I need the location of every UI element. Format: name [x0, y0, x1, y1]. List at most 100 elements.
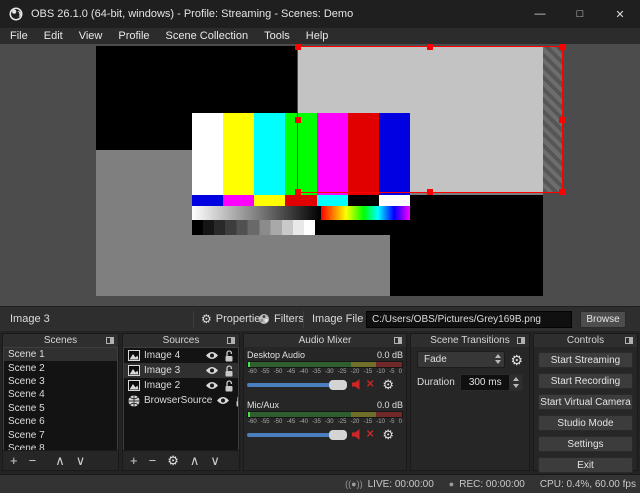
menu-tools[interactable]: Tools: [256, 28, 298, 44]
volume-slider-handle[interactable]: [329, 379, 347, 390]
source-toolbar: Image 3 ⚙ Properties Filters Image File …: [0, 306, 640, 331]
close-button[interactable]: ✕: [600, 0, 640, 28]
resize-handle-bottomright[interactable]: [559, 189, 565, 195]
image-file-path-input[interactable]: [366, 311, 572, 328]
testpattern-row2: [192, 195, 410, 206]
scene-list-item[interactable]: Scene 8: [4, 442, 117, 450]
menu-file[interactable]: File: [2, 28, 36, 44]
source-list-item[interactable]: Image 3: [124, 363, 238, 378]
resize-handle-topleft[interactable]: [295, 44, 301, 50]
volume-slider-handle[interactable]: [329, 429, 347, 440]
volume-slider[interactable]: [247, 429, 347, 440]
audio-mixer-panel-header[interactable]: Audio Mixer: [244, 334, 406, 347]
remove-source-button[interactable]: −: [149, 454, 157, 467]
menu-view[interactable]: View: [71, 28, 111, 44]
mute-x-icon: ✕: [366, 378, 375, 390]
obs-logo-icon: [9, 7, 23, 21]
resize-handle-topmid[interactable]: [427, 44, 433, 50]
rec-dot-icon: ●: [448, 479, 455, 489]
filters-icon: [258, 313, 270, 325]
status-bar: ((●)) LIVE: 00:00:00 ● REC: 00:00:00 CPU…: [0, 474, 640, 493]
resize-handle-bottommid[interactable]: [427, 189, 433, 195]
controls-panel-header[interactable]: Controls: [534, 334, 637, 347]
unlock-icon[interactable]: [235, 395, 238, 407]
unlock-icon[interactable]: [224, 364, 234, 377]
sources-panel-header[interactable]: Sources: [123, 334, 239, 347]
filters-button[interactable]: Filters: [258, 307, 304, 331]
source-list-item[interactable]: Image 4: [124, 348, 238, 363]
start-virtual-camera-button[interactable]: Start Virtual Camera: [538, 394, 633, 410]
add-scene-button[interactable]: +: [10, 454, 18, 467]
selected-source-label: Image 3: [10, 313, 50, 325]
preview-area[interactable]: [0, 44, 640, 306]
minimize-button[interactable]: —: [520, 0, 560, 28]
transition-gear-icon[interactable]: ⚙: [510, 353, 523, 367]
channel-gear-icon[interactable]: ⚙: [382, 428, 394, 441]
sources-list[interactable]: Image 4 Image 3 Image 2 BrowserSource: [123, 347, 239, 450]
resize-handle-midright[interactable]: [559, 116, 565, 123]
mute-speaker-icon[interactable]: [352, 429, 364, 440]
start-streaming-button[interactable]: Start Streaming: [538, 352, 633, 368]
selection-box[interactable]: [295, 44, 565, 195]
controls-body: Start Streaming Start Recording Start Vi…: [534, 347, 637, 483]
channel-gear-icon[interactable]: ⚙: [382, 378, 394, 391]
maximize-button[interactable]: □: [560, 0, 600, 28]
scenes-panel-header[interactable]: Scenes: [3, 334, 118, 347]
scene-transitions-panel-header[interactable]: Scene Transitions: [411, 334, 529, 347]
resize-handle-midleft[interactable]: [295, 116, 301, 123]
source-properties-gear-button[interactable]: ⚙: [167, 454, 179, 467]
scene-list-item[interactable]: Scene 7: [4, 428, 117, 441]
mute-speaker-icon[interactable]: [352, 379, 364, 390]
unlock-icon[interactable]: [224, 349, 234, 362]
scene-list-item[interactable]: Scene 1: [4, 348, 117, 362]
transition-select[interactable]: Fade: [417, 351, 506, 368]
scene-list-item[interactable]: Scene 5: [4, 402, 117, 415]
scenes-list[interactable]: Scene 1 Scene 2 Scene 3 Scene 4 Scene 5 …: [3, 347, 118, 450]
sources-toolbar: + − ⚙ ∧ ∨: [123, 450, 239, 470]
visibility-eye-icon[interactable]: [205, 381, 219, 390]
source-list-item[interactable]: BrowserSource: [124, 393, 238, 408]
studio-mode-button[interactable]: Studio Mode: [538, 415, 633, 431]
move-source-up-button[interactable]: ∧: [190, 454, 200, 467]
gear-icon: ⚙: [201, 312, 212, 326]
visibility-eye-icon[interactable]: [205, 351, 219, 360]
browse-button[interactable]: Browse: [580, 311, 626, 328]
titlebar[interactable]: OBS 26.1.0 (64-bit, windows) - Profile: …: [0, 0, 640, 28]
move-scene-down-button[interactable]: ∨: [76, 454, 86, 467]
chevron-updown-icon: [495, 354, 502, 364]
menu-profile[interactable]: Profile: [110, 28, 157, 44]
visibility-eye-icon[interactable]: [216, 396, 230, 405]
resize-handle-bottomleft[interactable]: [295, 189, 301, 195]
resize-handle-topright[interactable]: [559, 44, 565, 50]
move-scene-up-button[interactable]: ∧: [55, 454, 65, 467]
spinner-arrows[interactable]: [509, 375, 522, 390]
cpu-fps-stats: CPU: 0.4%, 60.00 fps: [539, 478, 636, 490]
properties-button[interactable]: ⚙ Properties: [201, 307, 266, 331]
settings-button[interactable]: Settings: [538, 436, 633, 452]
scene-list-item[interactable]: Scene 6: [4, 415, 117, 428]
menu-edit[interactable]: Edit: [36, 28, 71, 44]
add-source-button[interactable]: +: [130, 454, 138, 467]
browser-globe-icon: [128, 395, 140, 407]
scene-transitions-panel-title: Scene Transitions: [430, 335, 510, 346]
duration-label: Duration: [417, 377, 455, 388]
meter-scale: -60 -55 -50 -45 -40 -35 -30 -25 -20 -15 -10 -5 0: [248, 419, 402, 425]
testpattern-gradients: [192, 206, 410, 220]
volume-meter: [247, 411, 403, 418]
source-name: Image 4: [144, 350, 181, 361]
start-recording-button[interactable]: Start Recording: [538, 373, 633, 389]
duration-spinbox[interactable]: 300 ms: [459, 374, 523, 391]
volume-slider[interactable]: [247, 379, 347, 390]
move-source-down-button[interactable]: ∨: [210, 454, 220, 467]
unlock-icon[interactable]: [224, 379, 234, 392]
menu-scene-collection[interactable]: Scene Collection: [158, 28, 257, 44]
scene-list-item[interactable]: Scene 3: [4, 375, 117, 388]
exit-button[interactable]: Exit: [538, 457, 633, 473]
source-list-item[interactable]: Image 2: [124, 378, 238, 393]
remove-scene-button[interactable]: −: [29, 454, 37, 467]
broadcast-icon: ((●)): [345, 479, 363, 489]
menu-help[interactable]: Help: [298, 28, 337, 44]
visibility-eye-icon[interactable]: [205, 366, 219, 375]
scene-list-item[interactable]: Scene 2: [4, 361, 117, 374]
scene-list-item[interactable]: Scene 4: [4, 388, 117, 401]
